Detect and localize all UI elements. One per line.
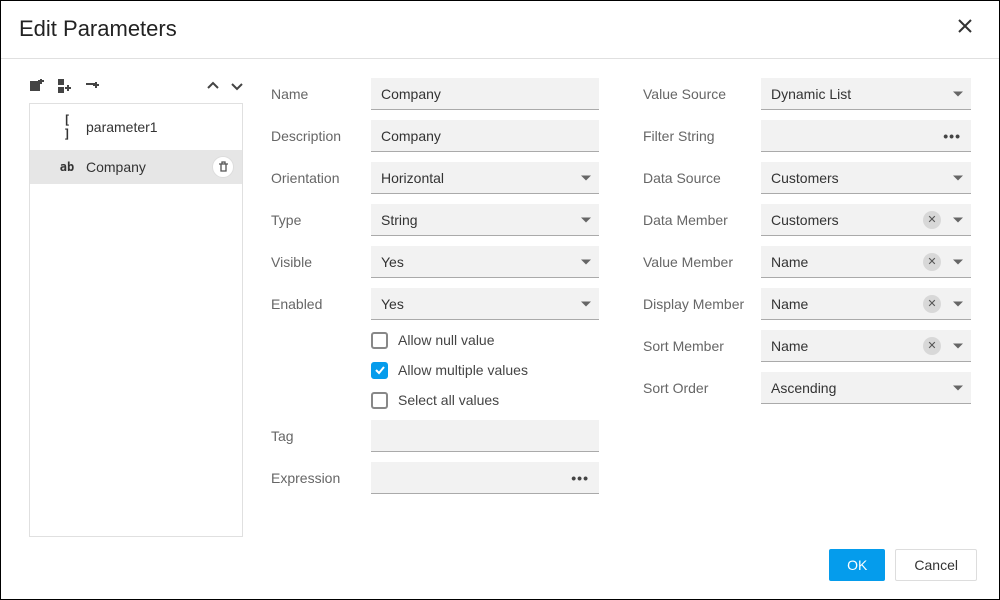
chevron-down-icon <box>581 217 591 222</box>
checkbox-icon <box>371 392 388 409</box>
filter-string-label: Filter String <box>643 128 761 144</box>
enabled-select[interactable]: Yes <box>371 288 599 320</box>
chevron-down-icon <box>953 217 963 222</box>
chevron-down-icon <box>953 343 963 348</box>
visible-label: Visible <box>271 254 371 270</box>
description-input[interactable]: Company <box>371 120 599 152</box>
parameter-item-label: parameter1 <box>86 119 158 135</box>
chevron-down-icon <box>953 301 963 306</box>
tag-input[interactable] <box>371 420 599 452</box>
value-member-select[interactable]: Name ✕ <box>761 246 971 278</box>
dialog-title: Edit Parameters <box>19 16 177 42</box>
data-member-select[interactable]: Customers ✕ <box>761 204 971 236</box>
expression-label: Expression <box>271 470 371 486</box>
move-up-button[interactable] <box>207 77 219 95</box>
checkbox-icon <box>371 362 388 379</box>
chevron-down-icon <box>581 259 591 264</box>
chevron-down-icon <box>581 175 591 180</box>
data-source-select[interactable]: Customers <box>761 162 971 194</box>
parameter-item-company[interactable]: ab Company <box>30 150 242 184</box>
chevron-down-icon <box>953 91 963 96</box>
ok-button[interactable]: OK <box>829 549 885 581</box>
parameter-item-parameter1[interactable]: [ ] parameter1 <box>30 104 242 150</box>
display-member-select[interactable]: Name ✕ <box>761 288 971 320</box>
dialog-body: [ ] parameter1 ab Company Name Company <box>1 59 999 537</box>
clear-button[interactable]: ✕ <box>923 211 941 229</box>
dialog-header: Edit Parameters <box>1 1 999 59</box>
sort-member-select[interactable]: Name ✕ <box>761 330 971 362</box>
allow-multiple-checkbox[interactable]: Allow multiple values <box>371 362 599 379</box>
chevron-down-icon <box>953 385 963 390</box>
add-group-button[interactable] <box>57 78 73 94</box>
clear-button[interactable]: ✕ <box>923 253 941 271</box>
add-separator-button[interactable] <box>85 78 101 94</box>
tag-label: Tag <box>271 428 371 444</box>
chevron-down-icon <box>953 175 963 180</box>
sort-order-label: Sort Order <box>643 380 761 396</box>
expression-input[interactable]: ••• <box>371 462 599 494</box>
type-select[interactable]: String <box>371 204 599 236</box>
enabled-label: Enabled <box>271 296 371 312</box>
ellipsis-button[interactable]: ••• <box>571 470 589 486</box>
type-label: Type <box>271 212 371 228</box>
form-column-right: Value Source Dynamic List Filter String … <box>643 73 971 537</box>
close-button[interactable] <box>953 13 977 44</box>
value-member-label: Value Member <box>643 254 761 270</box>
dialog-footer: OK Cancel <box>1 537 999 599</box>
orientation-label: Orientation <box>271 170 371 186</box>
ellipsis-button[interactable]: ••• <box>943 128 961 144</box>
move-down-button[interactable] <box>231 77 243 95</box>
value-source-label: Value Source <box>643 86 761 102</box>
parameters-list: [ ] parameter1 ab Company <box>29 103 243 537</box>
parameter-form: Name Company Description Company Orienta… <box>271 73 971 537</box>
clear-button[interactable]: ✕ <box>923 337 941 355</box>
select-all-checkbox[interactable]: Select all values <box>371 392 599 409</box>
checkbox-icon <box>371 332 388 349</box>
parameters-panel: [ ] parameter1 ab Company <box>29 73 243 537</box>
edit-parameters-dialog: Edit Parameters <box>0 0 1000 600</box>
name-label: Name <box>271 86 371 102</box>
cancel-button[interactable]: Cancel <box>895 549 977 581</box>
display-member-label: Display Member <box>643 296 761 312</box>
filter-string-input[interactable]: ••• <box>761 120 971 152</box>
parameter-item-label: Company <box>86 159 146 175</box>
visible-select[interactable]: Yes <box>371 246 599 278</box>
data-source-label: Data Source <box>643 170 761 186</box>
orientation-select[interactable]: Horizontal <box>371 162 599 194</box>
delete-parameter-button[interactable] <box>212 156 234 178</box>
sort-member-label: Sort Member <box>643 338 761 354</box>
description-label: Description <box>271 128 371 144</box>
name-input[interactable]: Company <box>371 78 599 110</box>
chevron-down-icon <box>953 259 963 264</box>
value-source-select[interactable]: Dynamic List <box>761 78 971 110</box>
string-type-icon: ab <box>58 160 76 174</box>
brackets-icon: [ ] <box>58 113 76 141</box>
allow-null-checkbox[interactable]: Allow null value <box>371 332 599 349</box>
chevron-down-icon <box>581 301 591 306</box>
clear-button[interactable]: ✕ <box>923 295 941 313</box>
form-column-left: Name Company Description Company Orienta… <box>271 73 599 537</box>
parameters-toolbar <box>29 73 243 103</box>
sort-order-select[interactable]: Ascending <box>761 372 971 404</box>
add-parameter-button[interactable] <box>29 78 45 94</box>
data-member-label: Data Member <box>643 212 761 228</box>
